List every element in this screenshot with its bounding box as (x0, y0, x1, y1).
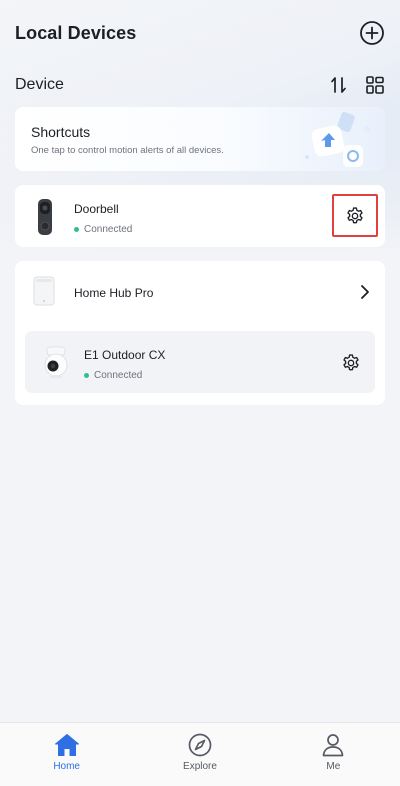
shortcuts-title: Shortcuts (31, 124, 91, 140)
device-card-home-hub-pro: Home Hub Pro E1 Outdoor CX Connected (15, 261, 385, 405)
add-device-button[interactable] (359, 20, 385, 46)
shortcuts-card[interactable]: Shortcuts One tap to control motion aler… (15, 107, 385, 171)
device-name: Doorbell (74, 202, 119, 216)
status-dot (84, 373, 89, 378)
tab-label: Explore (183, 761, 217, 772)
device-status: Connected (74, 224, 132, 235)
hub-row[interactable]: Home Hub Pro (15, 261, 385, 323)
page-title: Local Devices (15, 22, 137, 43)
header: Local Devices (15, 18, 385, 48)
plus-circle-icon (360, 21, 384, 45)
doorbell-settings-button[interactable] (332, 194, 378, 237)
tab-label: Home (53, 761, 80, 772)
tab-explore[interactable]: Explore (133, 723, 266, 786)
hub-thumbnail-icon (33, 276, 55, 306)
doorbell-thumbnail-icon (38, 199, 52, 235)
tab-label: Me (326, 761, 341, 772)
device-section-header: Device (15, 73, 385, 97)
camera-thumbnail-icon (44, 346, 68, 378)
bottom-tab-bar: Home Explore Me (0, 722, 400, 786)
status-dot (74, 227, 79, 232)
shortcuts-subtitle: One tap to control motion alerts of all … (31, 145, 224, 156)
layout-toggle-button[interactable] (365, 75, 385, 95)
gear-icon (347, 206, 363, 223)
device-status: Connected (84, 370, 142, 381)
tab-me[interactable]: Me (267, 723, 400, 786)
gear-icon (343, 354, 359, 371)
sort-icon (331, 77, 346, 93)
compass-icon (188, 733, 212, 757)
device-name: Home Hub Pro (74, 286, 154, 300)
e1-settings-button[interactable] (339, 351, 363, 375)
device-status-text: Connected (84, 224, 133, 235)
shortcuts-illustration-icon (305, 111, 370, 167)
device-name: E1 Outdoor CX (84, 348, 166, 362)
person-icon (322, 734, 344, 757)
section-title: Device (15, 76, 64, 93)
tab-home[interactable]: Home (0, 723, 133, 786)
grid-layout-icon (366, 76, 384, 94)
device-card-doorbell[interactable]: Doorbell Connected (15, 185, 385, 247)
device-card-e1-outdoor-cx[interactable]: E1 Outdoor CX Connected (25, 331, 375, 393)
section-actions (329, 75, 385, 95)
device-status-text: Connected (94, 370, 143, 381)
sort-button[interactable] (329, 75, 349, 95)
chevron-right-icon (361, 285, 369, 299)
home-icon (54, 734, 79, 756)
